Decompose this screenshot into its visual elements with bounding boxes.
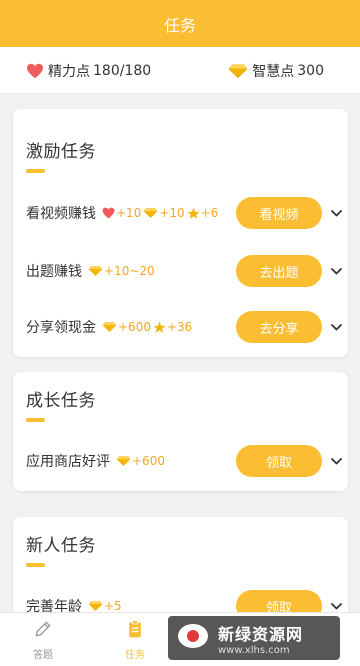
diamond-icon [88,266,103,276]
page-title: 任务 [163,15,196,35]
diamond-icon [116,456,131,466]
reward-wisdom: +600 [102,320,151,334]
section-title-underline [26,563,45,567]
reward-wisdom: +10~20 [88,264,155,278]
wisdom-value: 300 [297,62,324,79]
energy-points: 精力点 180/180 [26,47,151,94]
watermark-title: 新绿资源网 [218,624,304,644]
reward-wisdom: +600 [116,454,165,468]
watermark-url: www.xlhs.com [218,644,290,656]
task-row-create-question: 出题赚钱 +10~20 去出题 [26,254,342,288]
wisdom-label: 智慧点 [252,63,295,80]
create-question-button[interactable]: 去出题 [236,255,322,287]
diamond-icon [228,63,248,79]
growth-tasks-card: 成长任务 应用商店好评 +600 领取 [13,372,348,491]
energy-value: 180/180 [93,62,152,79]
newcomer-tasks-card: 新人任务 完善年龄 +5 领取 [13,517,348,612]
tab-label: 答题 [33,650,53,661]
section-title: 新人任务 [26,536,96,556]
task-rewards: +5 [88,599,124,612]
task-title: 看视频赚钱 [26,206,96,222]
chevron-down-icon[interactable] [330,321,342,333]
diamond-icon [143,208,158,218]
task-list[interactable]: 激励任务 看视频赚钱 +10 +10 +6 看视频 出题赚钱 +10~20 去出… [0,95,360,612]
claim-button[interactable]: 领取 [236,590,322,612]
reward-wisdom: +5 [88,599,122,612]
task-rewards: +600 +36 [102,320,194,334]
section-title: 激励任务 [26,142,96,162]
section-title-underline [26,169,45,173]
task-rewards: +600 [116,454,167,468]
stats-bar: 精力点 180/180 智慧点 300 [0,47,360,94]
task-title: 分享领现金 [26,320,96,336]
task-title: 出题赚钱 [26,264,82,280]
star-icon [153,321,166,333]
energy-label: 精力点 [48,63,90,80]
wisdom-points: 智慧点 300 [228,47,324,94]
task-rewards: +10~20 [88,264,157,278]
diamond-icon [102,322,117,332]
watermark: 新绿资源网 www.xlhs.com [168,616,340,660]
reward-star: +6 [187,206,218,220]
chevron-down-icon[interactable] [330,265,342,277]
diamond-icon [88,601,103,611]
task-row-watch-video: 看视频赚钱 +10 +10 +6 看视频 [26,196,342,230]
tab-task[interactable]: 任务 [105,619,165,661]
watermark-logo-icon [176,621,210,655]
task-row-complete-age: 完善年龄 +5 领取 [26,589,342,612]
page-header: 任务 [0,0,360,47]
section-title-underline [26,418,45,422]
incentive-tasks-card: 激励任务 看视频赚钱 +10 +10 +6 看视频 出题赚钱 +10~20 去出… [13,109,348,357]
star-icon [187,207,200,219]
task-row-share: 分享领现金 +600 +36 去分享 [26,310,342,344]
task-title: 完善年龄 [26,599,82,612]
heart-icon [26,63,44,79]
section-title: 成长任务 [26,391,96,411]
reward-energy: +10 [102,206,141,220]
chevron-down-icon[interactable] [330,455,342,467]
chevron-down-icon[interactable] [330,600,342,612]
task-title: 应用商店好评 [26,454,110,470]
claim-button[interactable]: 领取 [236,445,322,477]
reward-star: +36 [153,320,192,334]
task-rewards: +10 +10 +6 [102,206,220,220]
tab-answer[interactable]: 答题 [13,619,73,661]
pencil-icon [33,619,53,642]
clipboard-icon [125,619,145,642]
share-button[interactable]: 去分享 [236,311,322,343]
task-row-app-store-review: 应用商店好评 +600 领取 [26,444,342,478]
heart-icon [102,207,115,219]
chevron-down-icon[interactable] [330,207,342,219]
watch-video-button[interactable]: 看视频 [236,197,322,229]
reward-wisdom: +10 [143,206,185,220]
tab-label: 任务 [125,650,145,661]
